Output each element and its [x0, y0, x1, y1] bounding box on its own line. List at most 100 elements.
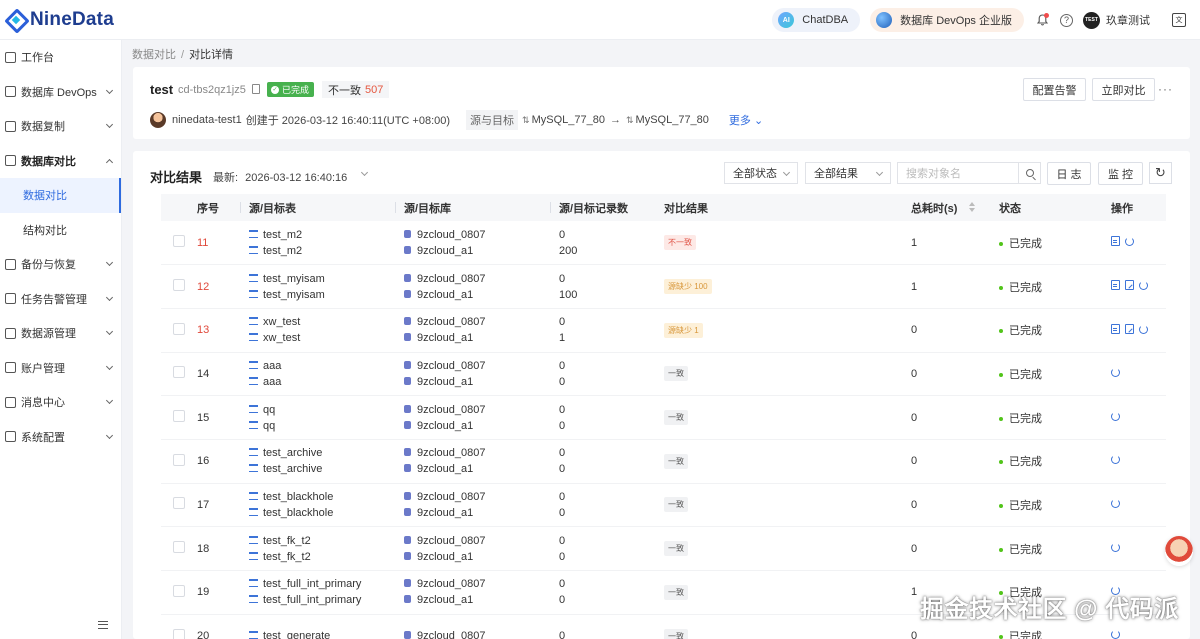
recompare-icon[interactable] [1111, 630, 1120, 639]
sidebar-item-settings[interactable]: 系统配置 [0, 420, 121, 455]
globe-icon [876, 12, 893, 28]
source-db[interactable]: MySQL_77_80 [532, 114, 605, 126]
row-seq: 17 [197, 498, 210, 511]
task-header-card: test cd-tbs2qz1jz5 ✓ 已完成 不一致 507 ninedat… [133, 67, 1190, 139]
devops-edition-button[interactable]: 数据库 DevOps 企业版 [870, 8, 1024, 32]
assistant-avatar[interactable] [1165, 536, 1193, 566]
help-icon[interactable]: ? [1060, 13, 1073, 27]
table-row[interactable]: 18 test_fk_t2 test_fk_t2 9zcloud_0807 9zclou… [161, 527, 1166, 571]
table-row[interactable]: 13 xw_test xw_test 9zcloud_0807 9zcloud_a1 0 1… [161, 308, 1166, 353]
sidebar-subitem-structure-compare[interactable]: 结构对比 [0, 213, 121, 248]
sidebar-item-alarm[interactable]: 任务告警管理 [0, 282, 121, 317]
log-button[interactable]: 日 志 [1047, 162, 1091, 185]
target-table-name: test_m2 [263, 244, 303, 257]
sidebar-item-account[interactable]: 账户管理 [0, 351, 121, 386]
source-db-name: 9zcloud_0807 [417, 359, 486, 372]
row-status: 已完成 [1009, 325, 1042, 338]
latest-run[interactable]: 最新: 2026-03-12 16:40:16 [213, 169, 347, 185]
target-count: 1 [559, 332, 566, 345]
row-seq: 18 [197, 542, 210, 555]
status-filter-select[interactable]: 全部状态 [724, 162, 798, 184]
row-seq: 15 [197, 411, 210, 424]
table-icon [249, 535, 258, 544]
collapse-menu-icon[interactable] [98, 621, 108, 629]
table-row[interactable]: 12 test_myisam test_myisam 9zcloud_0807 9zcl… [161, 265, 1166, 309]
chevron-up-icon [105, 158, 114, 166]
status-dot-icon [999, 416, 1003, 421]
database-icon [404, 317, 411, 326]
table-row[interactable]: 14 aaa aaa 9zcloud_0807 9zcloud_a1 0 0 一致 0 已完成 [161, 352, 1166, 396]
sidebar-item-messages[interactable]: 消息中心 [0, 385, 121, 420]
row-actions [1103, 352, 1166, 396]
bell-icon[interactable] [1034, 12, 1050, 28]
column-header-duration[interactable]: 总耗时(s) [903, 194, 991, 221]
recompare-icon[interactable] [1111, 455, 1120, 465]
breadcrumb-parent[interactable]: 数据对比 [132, 49, 176, 61]
more-link[interactable]: 更多 ⌄ [729, 112, 763, 128]
sidebar-item-label: 备份与恢复 [21, 259, 76, 272]
recompare-icon[interactable] [1139, 324, 1148, 334]
row-checkbox[interactable] [173, 541, 185, 554]
repair-sql-icon[interactable] [1125, 280, 1134, 291]
source-table-name: test_blackhole [263, 490, 334, 503]
report-icon[interactable] [1111, 280, 1120, 291]
copy-icon[interactable] [252, 84, 260, 94]
user-name: 玖章测试 [1106, 15, 1150, 27]
table-row[interactable]: 16 test_archive test_archive 9zcloud_0807 9z… [161, 439, 1166, 484]
recompare-icon[interactable] [1139, 281, 1148, 291]
table-row[interactable]: 17 test_blackhole test_blackhole 9zcloud_08… [161, 483, 1166, 527]
more-options-icon[interactable]: ··· [1158, 82, 1173, 96]
search-button[interactable] [1018, 162, 1041, 184]
row-checkbox[interactable] [173, 453, 185, 466]
source-table-name: xw_test [263, 316, 301, 329]
sort-icon [969, 202, 975, 212]
refresh-icon[interactable]: ↻ [1149, 162, 1172, 184]
row-checkbox[interactable] [173, 584, 185, 597]
sidebar-item-datasource[interactable]: 数据源管理 [0, 316, 121, 351]
repair-sql-icon[interactable] [1125, 323, 1134, 334]
sidebar-item-workbench[interactable]: 工作台 [0, 40, 121, 75]
sidebar-subitem-data-compare[interactable]: 数据对比 [0, 178, 121, 213]
recompare-icon[interactable] [1111, 498, 1120, 508]
row-checkbox[interactable] [173, 279, 185, 292]
target-table-name: xw_test [263, 332, 301, 345]
table-row[interactable]: 15 qq qq 9zcloud_0807 9zcloud_a1 0 0 一致 0 已完成 [161, 396, 1166, 440]
recompare-icon[interactable] [1111, 367, 1120, 377]
chatdba-button[interactable]: AI ChatDBA [772, 8, 861, 32]
row-checkbox[interactable] [173, 628, 185, 639]
source-table-name: qq [263, 403, 276, 416]
backup-icon [5, 258, 16, 270]
row-checkbox[interactable] [173, 410, 185, 423]
recompare-icon[interactable] [1111, 542, 1120, 552]
row-actions [1103, 308, 1166, 352]
monitor-button[interactable]: 监 控 [1098, 162, 1143, 185]
database-icon [404, 289, 411, 298]
row-checkbox[interactable] [173, 366, 185, 379]
sidebar-item-compare[interactable]: 数据库对比 [0, 144, 121, 179]
target-table-name: test_fk_t2 [263, 550, 311, 563]
language-icon[interactable]: 文 [1172, 13, 1186, 27]
report-icon[interactable] [1111, 323, 1120, 334]
row-checkbox[interactable] [173, 497, 185, 510]
sidebar-item-backup[interactable]: 备份与恢复 [0, 247, 121, 282]
recompare-icon[interactable] [1125, 237, 1134, 247]
sidebar-subitem-label: 数据对比 [23, 190, 67, 203]
report-icon[interactable] [1111, 236, 1120, 247]
avatar: TEST [1083, 11, 1100, 29]
breadcrumb: 数据对比 / 对比详情 [132, 49, 234, 61]
target-db[interactable]: MySQL_77_80 [636, 114, 709, 126]
status-dot-icon [999, 285, 1003, 290]
row-checkbox[interactable] [173, 322, 185, 335]
user-menu[interactable]: TEST 玖章测试 [1083, 11, 1150, 29]
database-icon: ⇅ [522, 114, 530, 125]
logo[interactable]: NineData [0, 9, 122, 31]
result-filter-select[interactable]: 全部结果 [805, 162, 891, 184]
table-row[interactable]: 11 test_m2 test_m2 9zcloud_0807 9zcloud_a1 0 2… [161, 221, 1166, 265]
compare-now-button[interactable]: 立即对比 [1092, 78, 1155, 101]
row-checkbox[interactable] [173, 235, 185, 248]
configure-alarm-button[interactable]: 配置告警 [1023, 78, 1086, 101]
chevron-down-icon[interactable] [360, 168, 369, 177]
sidebar-item-replication[interactable]: 数据复制 [0, 109, 121, 144]
sidebar-item-devops[interactable]: 数据库 DevOps [0, 75, 121, 110]
recompare-icon[interactable] [1111, 411, 1120, 421]
